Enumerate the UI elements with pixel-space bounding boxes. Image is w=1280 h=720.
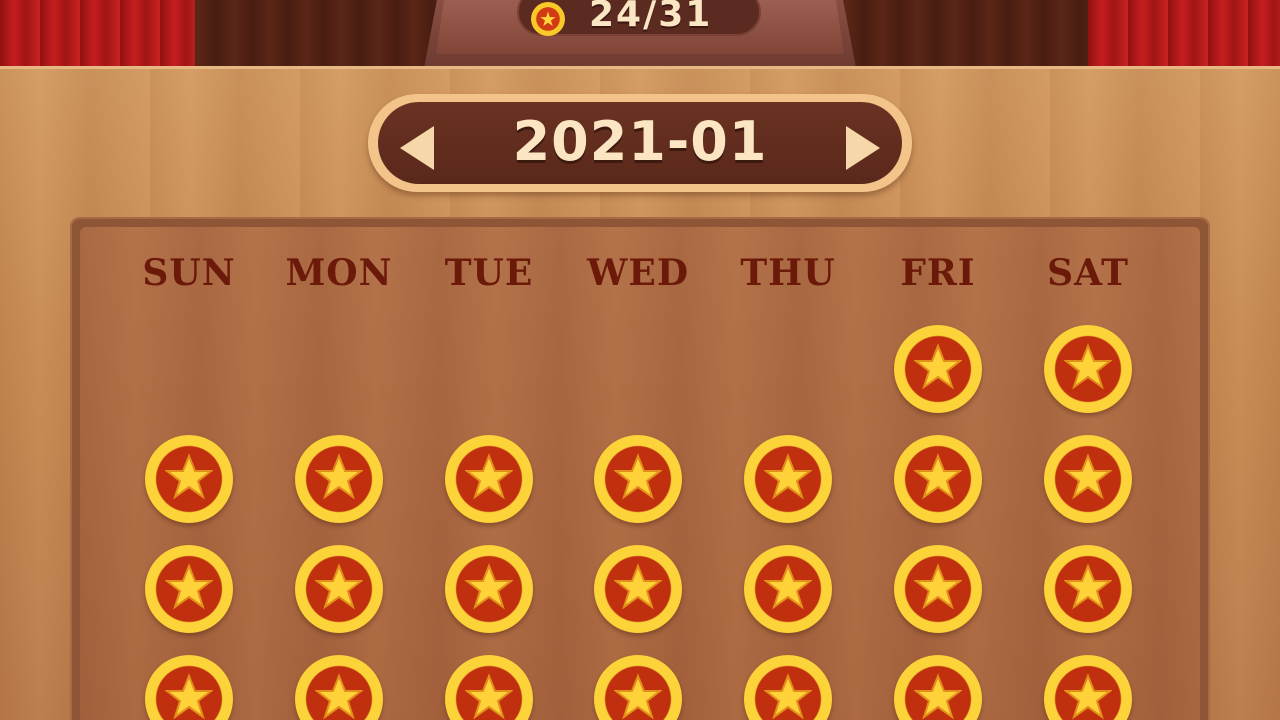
weekday-mon: MON [285, 252, 393, 294]
calendar-day-star-coin[interactable] [894, 545, 982, 633]
calendar-day-star-coin[interactable] [594, 435, 682, 523]
calendar-day-star-coin[interactable] [1044, 435, 1132, 523]
calendar-day-star-coin[interactable] [295, 545, 383, 633]
calendar-day-star-coin[interactable] [894, 325, 982, 413]
weekday-fri: FRI [900, 252, 976, 294]
weekday-wed: WED [586, 252, 690, 294]
score-text: 24/31 [589, 0, 713, 35]
calendar-day-star-coin[interactable] [594, 545, 682, 633]
calendar-day-star-coin[interactable] [445, 545, 533, 633]
calendar-day-star-coin[interactable] [1044, 325, 1132, 413]
calendar-day-star-coin[interactable] [894, 435, 982, 523]
calendar-day-star-coin[interactable] [445, 435, 533, 523]
month-selector-inner: 2021-01 [378, 102, 902, 184]
calendar-day-star-coin[interactable] [1044, 545, 1132, 633]
weekday-tue: TUE [444, 252, 534, 294]
month-label: 2021-01 [512, 110, 768, 173]
right-arrow-icon[interactable] [846, 126, 880, 170]
calendar-day-star-coin[interactable] [744, 545, 832, 633]
weekday-thu: THU [740, 252, 836, 294]
score-counter: ★ 24/31 [517, 0, 761, 36]
weekday-sun: SUN [142, 252, 236, 294]
left-curtain [0, 0, 195, 68]
game-screen: ★ 24/31 2021-01 SUN MON TUE WED THU FRI SAT [0, 0, 1280, 720]
weekday-sat: SAT [1047, 252, 1129, 294]
calendar-day-star-coin[interactable] [744, 435, 832, 523]
right-curtain [1088, 0, 1280, 68]
month-selector: 2021-01 [368, 94, 912, 192]
star-coin-icon: ★ [531, 2, 565, 36]
calendar-day-star-coin[interactable] [145, 435, 233, 523]
calendar-day-star-coin[interactable] [295, 435, 383, 523]
calendar-day-star-coin[interactable] [145, 545, 233, 633]
